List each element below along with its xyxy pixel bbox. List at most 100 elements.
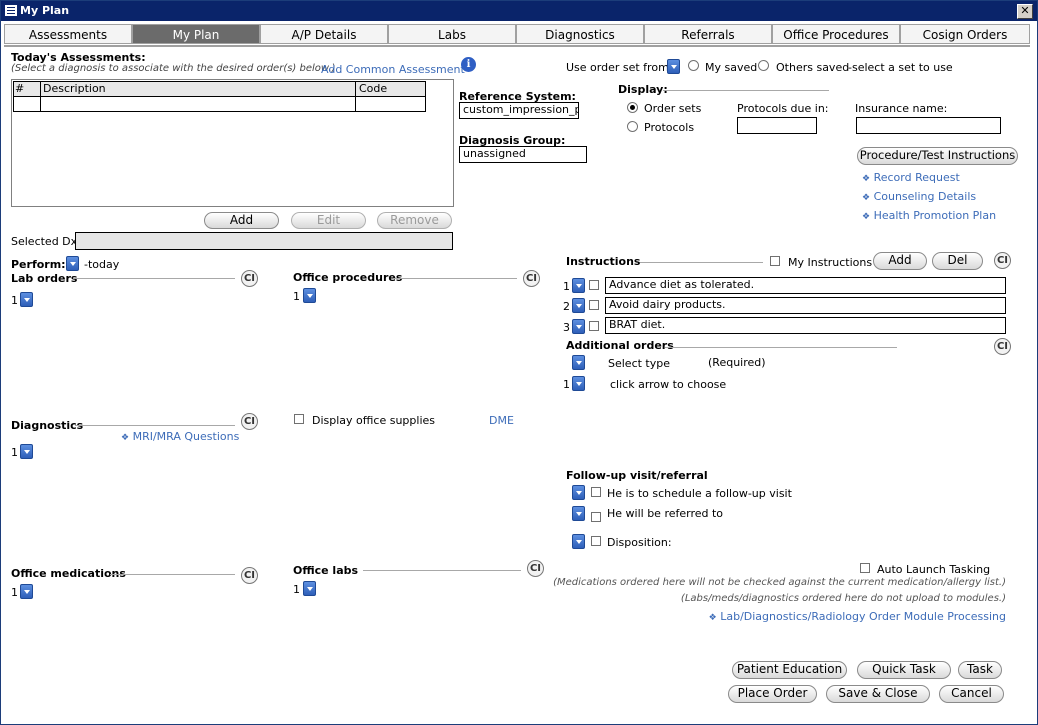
instruction-field[interactable]: BRAT diet. bbox=[605, 317, 1006, 334]
instruction-checkbox[interactable] bbox=[589, 321, 599, 331]
clear-icon[interactable]: CI bbox=[241, 270, 258, 287]
tab-divider bbox=[4, 45, 1030, 47]
clear-icon[interactable]: CI bbox=[527, 560, 544, 577]
office-labs-divider bbox=[363, 570, 521, 571]
patient-education-button[interactable]: Patient Education bbox=[732, 661, 847, 679]
edit-button[interactable]: Edit bbox=[291, 212, 366, 229]
place-order-button[interactable]: Place Order bbox=[728, 685, 817, 703]
auto-launch-tasking-checkbox[interactable] bbox=[860, 563, 870, 573]
my-saved-radio[interactable] bbox=[688, 60, 699, 71]
my-instructions-checkbox[interactable] bbox=[770, 256, 780, 266]
lab-orders-dropdown[interactable] bbox=[20, 292, 33, 307]
protocols-radio[interactable] bbox=[627, 121, 638, 132]
tab-my-plan[interactable]: My Plan bbox=[132, 24, 260, 44]
office-medications-count: 1 bbox=[11, 586, 18, 599]
instruction-checkbox[interactable] bbox=[589, 280, 599, 290]
followup-schedule-dropdown[interactable] bbox=[572, 485, 585, 500]
clear-icon[interactable]: CI bbox=[994, 338, 1011, 355]
dme-link[interactable]: DME bbox=[489, 414, 514, 427]
office-medications-dropdown[interactable] bbox=[20, 584, 33, 599]
instructions-add-button[interactable]: Add bbox=[873, 252, 927, 270]
task-button[interactable]: Task bbox=[958, 661, 1002, 679]
tab-assessments[interactable]: Assessments bbox=[4, 24, 132, 44]
quick-task-button[interactable]: Quick Task bbox=[857, 661, 951, 679]
instruction-field[interactable]: Avoid dairy products. bbox=[605, 297, 1006, 314]
followup-schedule-label: He is to schedule a follow-up visit bbox=[607, 487, 792, 500]
office-labs-dropdown[interactable] bbox=[303, 581, 316, 596]
uploads-note: (Labs/meds/diagnostics ordered here do n… bbox=[680, 593, 1006, 604]
diagnostics-label: Diagnostics bbox=[11, 419, 84, 432]
perform-dropdown[interactable] bbox=[66, 256, 79, 271]
referred-label: He will be referred to bbox=[607, 507, 724, 520]
diamond-icon: ❖ bbox=[708, 613, 717, 623]
tab-referrals[interactable]: Referrals bbox=[644, 24, 772, 44]
protocols-due-field[interactable] bbox=[737, 117, 817, 134]
add-common-assessment-link[interactable]: Add Common Assessment bbox=[321, 63, 465, 76]
record-request-link[interactable]: ❖ Record Request bbox=[862, 171, 960, 184]
additional-order-dropdown[interactable] bbox=[572, 376, 585, 391]
tab-ap-details[interactable]: A/P Details bbox=[260, 24, 388, 44]
tab-office-procedures[interactable]: Office Procedures bbox=[772, 24, 900, 44]
health-promotion-plan-link[interactable]: ❖ Health Promotion Plan bbox=[862, 209, 996, 222]
others-saved-radio[interactable] bbox=[758, 60, 769, 71]
procedure-test-instructions-button[interactable]: Procedure/Test Instructions bbox=[857, 147, 1018, 165]
insurance-label: Insurance name: bbox=[855, 102, 948, 115]
counseling-details-link[interactable]: ❖ Counseling Details bbox=[862, 190, 976, 203]
auto-launch-tasking-label: Auto Launch Tasking bbox=[877, 563, 991, 576]
order-sets-radio[interactable] bbox=[627, 102, 638, 113]
assessments-subtitle: (Select a diagnosis to associate with th… bbox=[11, 63, 336, 74]
office-medications-divider bbox=[110, 574, 235, 575]
selected-dx-field[interactable] bbox=[75, 232, 453, 250]
followup-schedule-checkbox[interactable] bbox=[591, 487, 601, 497]
select-type-dropdown[interactable] bbox=[572, 355, 585, 370]
order-sets-label: Order sets bbox=[644, 102, 702, 115]
clear-icon[interactable]: CI bbox=[994, 252, 1011, 269]
tab-cosign-orders[interactable]: Cosign Orders bbox=[900, 24, 1030, 44]
cancel-button[interactable]: Cancel bbox=[939, 685, 1004, 703]
display-office-supplies-label: Display office supplies bbox=[312, 414, 435, 427]
additional-orders-label: Additional orders bbox=[566, 339, 674, 352]
order-set-hint: -select a set to use bbox=[848, 61, 953, 74]
instruction-dropdown[interactable] bbox=[572, 278, 585, 293]
instruction-number: 2 bbox=[563, 300, 570, 313]
lab-orders-divider bbox=[73, 278, 235, 279]
save-close-button[interactable]: Save & Close bbox=[826, 685, 930, 703]
clear-icon[interactable]: CI bbox=[241, 413, 258, 430]
diagnosis-group-field[interactable]: unassigned bbox=[459, 146, 587, 163]
window-title: My Plan bbox=[20, 4, 70, 17]
instructions-del-button[interactable]: Del bbox=[932, 252, 983, 270]
diagnostics-dropdown[interactable] bbox=[20, 444, 33, 459]
clear-icon[interactable]: CI bbox=[241, 567, 258, 584]
instruction-checkbox[interactable] bbox=[589, 300, 599, 310]
disposition-checkbox[interactable] bbox=[591, 536, 601, 546]
diamond-icon: ❖ bbox=[862, 174, 871, 184]
mri-mra-questions-link[interactable]: ❖ MRI/MRA Questions bbox=[121, 430, 239, 443]
order-module-processing-link[interactable]: ❖ Lab/Diagnostics/Radiology Order Module… bbox=[709, 610, 1006, 623]
insurance-field[interactable] bbox=[856, 117, 1001, 134]
instruction-field[interactable]: Advance diet as tolerated. bbox=[605, 277, 1006, 294]
clear-icon[interactable]: CI bbox=[523, 270, 540, 287]
instruction-dropdown[interactable] bbox=[572, 319, 585, 334]
office-procedures-count: 1 bbox=[293, 290, 300, 303]
disposition-dropdown[interactable] bbox=[572, 534, 585, 549]
tab-diagnostics[interactable]: Diagnostics bbox=[516, 24, 644, 44]
remove-button[interactable]: Remove bbox=[377, 212, 452, 229]
title-bar: My Plan ✕ bbox=[1, 1, 1037, 21]
info-icon[interactable]: i bbox=[461, 57, 476, 72]
referred-dropdown[interactable] bbox=[572, 506, 585, 521]
selected-dx-label: Selected Dx: bbox=[11, 235, 81, 248]
order-set-dropdown[interactable] bbox=[667, 59, 680, 74]
table-row[interactable] bbox=[13, 96, 426, 112]
reference-system-field[interactable]: custom_impression_pl bbox=[459, 102, 579, 119]
tab-labs[interactable]: Labs bbox=[388, 24, 516, 44]
referred-checkbox[interactable] bbox=[591, 512, 601, 522]
add-button[interactable]: Add bbox=[204, 212, 279, 229]
display-office-supplies-checkbox[interactable] bbox=[294, 414, 304, 424]
office-procedures-dropdown[interactable] bbox=[303, 288, 316, 303]
office-labs-count: 1 bbox=[293, 583, 300, 596]
assessments-grid[interactable]: # Description Code bbox=[11, 79, 454, 207]
diamond-icon: ❖ bbox=[862, 212, 871, 222]
close-icon[interactable]: ✕ bbox=[1017, 4, 1033, 19]
instruction-dropdown[interactable] bbox=[572, 298, 585, 313]
instructions-label: Instructions bbox=[566, 255, 641, 268]
